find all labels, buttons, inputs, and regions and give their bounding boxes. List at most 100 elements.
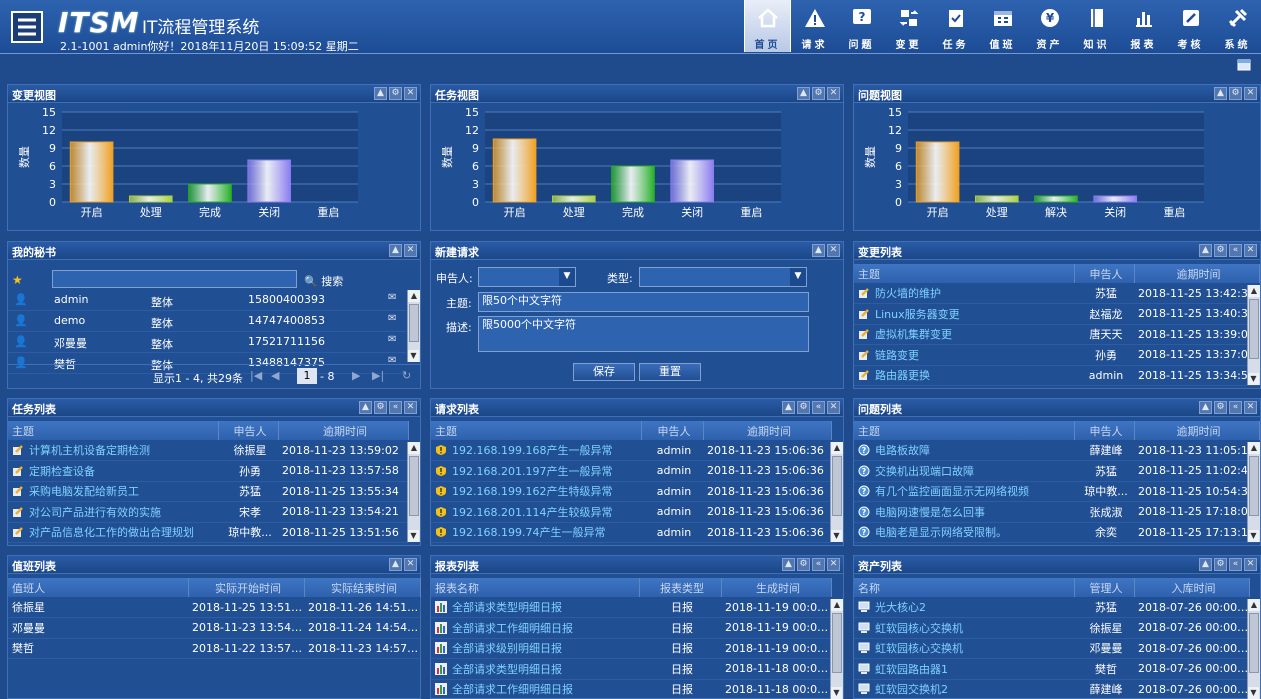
column-header[interactable]: 入库时间 xyxy=(1134,578,1250,597)
nav-change[interactable]: 变更 xyxy=(885,0,932,52)
bar[interactable] xyxy=(247,159,292,203)
bar[interactable] xyxy=(1034,195,1078,203)
nav-tools[interactable]: 系统 xyxy=(1214,0,1261,52)
nav-edit[interactable]: 考核 xyxy=(1167,0,1214,52)
expand-button[interactable]: « xyxy=(812,558,825,571)
description-input[interactable]: 限5000个中文字符 xyxy=(478,316,809,352)
column-header[interactable]: 生成时间 xyxy=(721,578,832,597)
collapse-button[interactable]: ▲ xyxy=(374,87,387,100)
column-header[interactable]: 主题 xyxy=(854,421,1075,440)
column-header[interactable]: 申告人 xyxy=(1074,264,1135,283)
table-row[interactable]: ? 有几个监控画面显示无网络视频 琼中教... 2018-11-25 10:54:31 xyxy=(854,481,1259,502)
column-header[interactable]: 申告人 xyxy=(218,421,279,440)
page-input[interactable]: 1 xyxy=(297,368,317,384)
change-list-scrollbar[interactable]: ▲ ▼ xyxy=(1247,285,1260,385)
collapse-button[interactable]: ▲ xyxy=(1199,244,1212,257)
table-row[interactable]: 虚拟机集群变更 唐天天 2018-11-25 13:39:08 xyxy=(854,324,1259,345)
table-row[interactable]: 虹软园路由器1 樊哲 2018-07-26 00:00:00 xyxy=(854,658,1249,680)
expand-button[interactable]: « xyxy=(1229,244,1242,257)
reset-button[interactable]: 重置 xyxy=(639,363,701,381)
collapse-button[interactable]: ▲ xyxy=(812,244,825,257)
settings-button[interactable]: ⚙ xyxy=(1214,401,1227,414)
secretary-scrollbar[interactable]: ▲ ▼ xyxy=(407,290,420,362)
problem-list-scrollbar[interactable]: ▲ ▼ xyxy=(1247,442,1260,542)
table-row[interactable]: 对公司产品进行有效的实施 宋孝 2018-11-23 13:54:21 xyxy=(8,501,408,523)
close-button[interactable]: ✕ xyxy=(827,244,840,257)
table-row[interactable]: 路由器更换 admin 2018-11-25 13:34:50 xyxy=(854,365,1259,386)
column-header[interactable]: 逾期时间 xyxy=(1134,264,1260,283)
row-subject[interactable]: 全部请求工作细明细日报 xyxy=(431,617,639,639)
request-list-scrollbar[interactable]: ▲ ▼ xyxy=(830,442,843,542)
nav-clipboard[interactable]: 任务 xyxy=(932,0,979,52)
row-subject[interactable]: 192.168.201.197产生一般异常 xyxy=(431,460,641,482)
column-header[interactable]: 主题 xyxy=(854,264,1075,283)
table-row[interactable]: 192.168.199.168产生一般异常 admin 2018-11-23 15:… xyxy=(431,440,831,461)
save-button[interactable]: 保存 xyxy=(573,363,635,381)
table-row[interactable]: 计算机主机设备定期检测 徐振星 2018-11-23 13:59:02 xyxy=(8,440,408,461)
secretary-row[interactable]: 👤 admin 整体 15800400393 ✉ xyxy=(8,290,406,311)
bar[interactable] xyxy=(188,183,232,203)
close-button[interactable]: ✕ xyxy=(404,244,417,257)
row-subject[interactable]: ? 电路板故障 xyxy=(854,440,1074,461)
row-subject[interactable]: ? 有几个监控画面显示无网络视频 xyxy=(854,481,1074,502)
table-row[interactable]: 采购电脑发配给新员工 苏猛 2018-11-25 13:55:34 xyxy=(8,481,408,502)
close-button[interactable]: ✕ xyxy=(827,87,840,100)
close-button[interactable]: ✕ xyxy=(404,87,417,100)
table-row[interactable]: 全部请求工作细明细日报 日报 2018-11-19 00:00:00 xyxy=(431,617,831,639)
collapse-button[interactable]: ▲ xyxy=(1214,87,1227,100)
secretary-row[interactable]: 👤 demo 整体 14747400853 ✉ xyxy=(8,311,406,332)
nav-warning[interactable]: 请求 xyxy=(791,0,838,52)
row-subject[interactable]: Linux服务器变更 xyxy=(854,303,1074,325)
next-page-icon[interactable]: ▶ xyxy=(352,369,360,382)
table-row[interactable]: Linux服务器变更 赵福龙 2018-11-25 13:40:34 xyxy=(854,303,1259,325)
column-header[interactable]: 报表名称 xyxy=(431,578,640,597)
asset-list-scrollbar[interactable]: ▲ ▼ xyxy=(1247,599,1260,699)
subject-input[interactable]: 限50个中文字符 xyxy=(478,292,809,312)
row-subject[interactable]: 防火墙的维护 xyxy=(854,283,1074,304)
row-subject[interactable]: 全部请求工作细明细日报 xyxy=(431,679,639,699)
task-list-scrollbar[interactable]: ▲ ▼ xyxy=(407,442,420,542)
collapse-button[interactable]: ▲ xyxy=(782,558,795,571)
table-row[interactable]: ? 交换机出现端口故障 苏猛 2018-11-25 11:02:49 xyxy=(854,460,1259,482)
settings-button[interactable]: ⚙ xyxy=(389,87,402,100)
close-button[interactable]: ✕ xyxy=(404,401,417,414)
row-subject[interactable]: 对产品信息化工作的做出合理规划 xyxy=(8,522,218,543)
bar[interactable] xyxy=(915,141,960,203)
table-row[interactable]: 徐振星 2018-11-25 13:51:02 2018-11-26 14:51:0… xyxy=(8,597,420,618)
expand-button[interactable]: « xyxy=(1229,401,1242,414)
row-subject[interactable]: 路由器更换 xyxy=(854,365,1074,386)
first-page-icon[interactable]: |◀ xyxy=(250,369,262,382)
nav-bar-chart[interactable]: 报表 xyxy=(1120,0,1167,52)
expand-button[interactable]: « xyxy=(812,401,825,414)
message-icon[interactable]: ✉ xyxy=(388,313,396,324)
column-header[interactable]: 管理人 xyxy=(1074,578,1135,597)
collapse-button[interactable]: ▲ xyxy=(359,401,372,414)
settings-button[interactable]: ⚙ xyxy=(797,558,810,571)
column-header[interactable]: 实际开始时间 xyxy=(188,578,305,597)
row-subject[interactable]: 全部请求类型明细日报 xyxy=(431,658,639,680)
close-button[interactable]: ✕ xyxy=(1244,558,1257,571)
bar[interactable] xyxy=(69,141,114,203)
close-button[interactable]: ✕ xyxy=(827,401,840,414)
bar[interactable] xyxy=(1093,195,1138,203)
row-subject[interactable]: 链路变更 xyxy=(854,344,1074,366)
last-page-icon[interactable]: ▶| xyxy=(372,369,384,382)
row-subject[interactable]: 192.168.199.162产生特级异常 xyxy=(431,481,641,502)
bar[interactable] xyxy=(492,138,537,203)
table-row[interactable]: ? 电脑老是显示网络受限制。 余奕 2018-11-25 17:13:14 xyxy=(854,522,1259,543)
close-button[interactable]: ✕ xyxy=(1244,87,1257,100)
settings-button[interactable]: ⚙ xyxy=(1214,558,1227,571)
row-subject[interactable]: 采购电脑发配给新员工 xyxy=(8,481,218,502)
table-row[interactable]: 全部请求类型明细日报 日报 2018-11-19 00:00:00 xyxy=(431,597,831,618)
row-subject[interactable]: 虹软园核心交换机 xyxy=(854,638,1074,659)
type-select[interactable]: ▼ xyxy=(639,267,807,287)
collapse-button[interactable]: ▲ xyxy=(1199,558,1212,571)
settings-button[interactable]: ⚙ xyxy=(1214,244,1227,257)
table-row[interactable]: 邓曼曼 2018-11-23 13:54:12 2018-11-24 14:54:1… xyxy=(8,617,420,639)
settings-button[interactable]: ⚙ xyxy=(812,87,825,100)
table-row[interactable]: 对产品信息化工作的做出合理规划 琼中教... 2018-11-25 13:51:56 xyxy=(8,522,408,543)
reporter-select[interactable]: ▼ xyxy=(478,267,576,287)
row-subject[interactable]: ? 电脑老是显示网络受限制。 xyxy=(854,522,1074,543)
settings-button[interactable]: ⚙ xyxy=(797,401,810,414)
column-header[interactable]: 逾期时间 xyxy=(1134,421,1260,440)
